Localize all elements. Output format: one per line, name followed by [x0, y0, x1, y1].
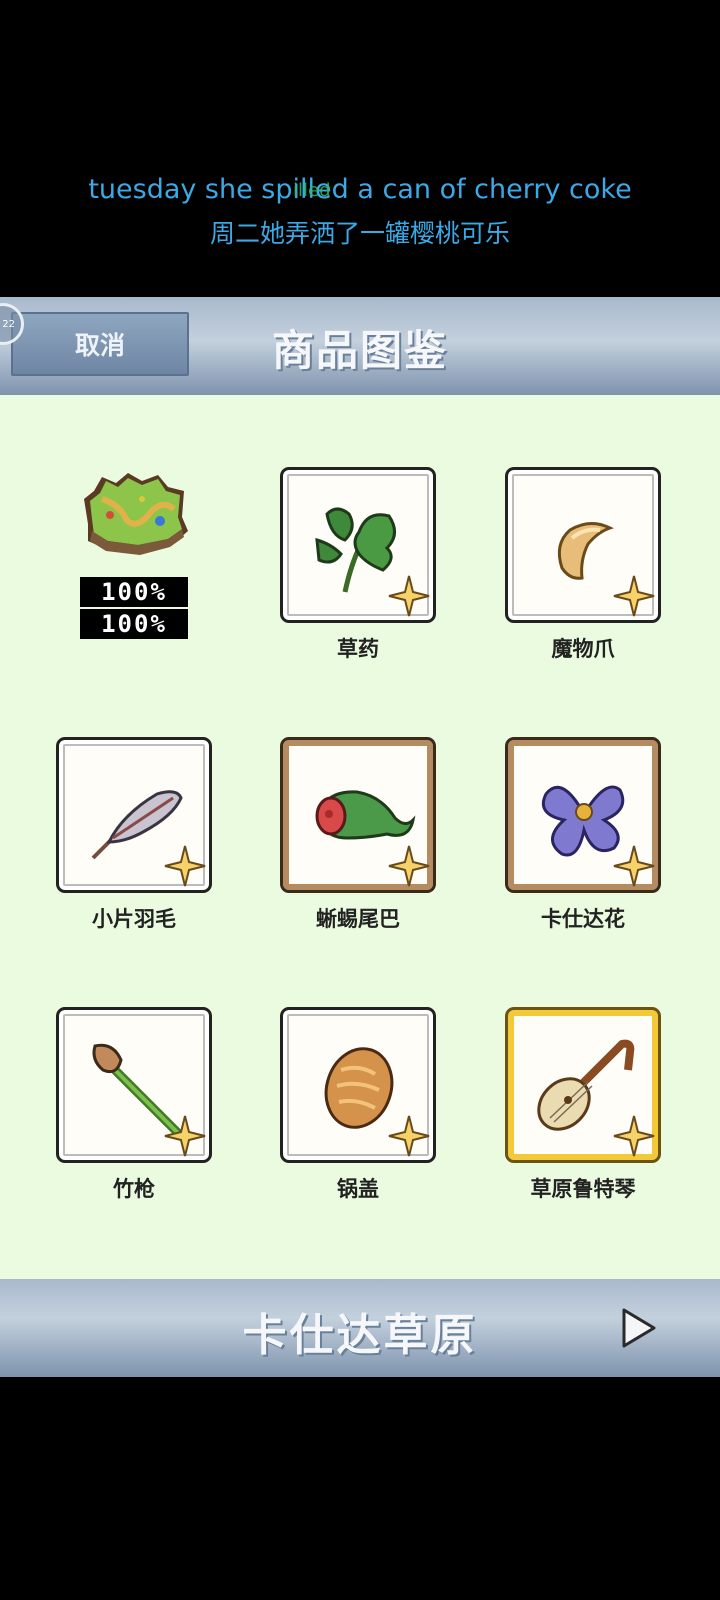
sparkle-icon [388, 845, 430, 887]
catalog-item[interactable]: 魔物爪 [505, 467, 665, 663]
item-card[interactable] [505, 467, 661, 623]
item-card[interactable] [56, 737, 212, 893]
item-card[interactable] [280, 467, 436, 623]
item-label: 蜥蜴尾巴 [316, 907, 400, 931]
item-label: 锅盖 [337, 1177, 379, 1201]
item-card[interactable] [280, 737, 436, 893]
sparkle-icon [388, 575, 430, 617]
sparkle-icon [164, 845, 206, 887]
item-label: 小片羽毛 [92, 907, 176, 931]
item-label: 草原鲁特琴 [530, 1177, 636, 1201]
item-card[interactable] [505, 737, 661, 893]
area-name: 卡仕达草原 [242, 1310, 478, 1361]
item-label: 竹枪 [113, 1177, 155, 1201]
catalog-item[interactable]: 小片羽毛 [56, 737, 216, 933]
lyric-overlay-fragment: illed [293, 180, 331, 201]
item-card[interactable] [505, 1007, 661, 1163]
catalog-item[interactable]: 锅盖 [280, 1007, 440, 1203]
play-arrow-icon[interactable] [620, 1307, 658, 1349]
collection-progress-2: 100% [80, 609, 188, 639]
catalog-item[interactable]: 草药 [280, 467, 440, 663]
catalog-item[interactable]: 竹枪 [56, 1007, 216, 1203]
lyric-chinese: 周二她弄洒了一罐樱桃可乐 [209, 219, 510, 248]
header-bar: 取消 22 商品图鉴 [0, 297, 720, 395]
lyrics-overlay: tuesday she spilled a can of cherry coke… [0, 170, 720, 258]
sparkle-icon [388, 1115, 430, 1157]
collection-progress-1: 100% [80, 577, 188, 607]
sparkle-icon [613, 1115, 655, 1157]
lyric-english: tuesday she spilled a can of cherry coke… [0, 170, 720, 210]
item-label: 草药 [337, 637, 379, 661]
catalog-item[interactable]: 蜥蜴尾巴 [280, 737, 440, 933]
sparkle-icon [613, 575, 655, 617]
catalog-item[interactable]: 卡仕达花 [505, 737, 665, 933]
catalog-panel: 100% 100% 草药 魔物爪 小片羽毛 蜥蜴尾巴 卡仕达花 竹枪 锅盖 草原… [0, 395, 720, 1279]
lyric-english-text: tuesday she spilled a can of cherry coke [88, 174, 632, 205]
area-footer-bar: 卡仕达草原 [0, 1279, 720, 1377]
page-title: 商品图鉴 [271, 326, 448, 375]
item-card[interactable] [56, 1007, 212, 1163]
item-card[interactable] [280, 1007, 436, 1163]
sparkle-icon [164, 1115, 206, 1157]
item-label: 卡仕达花 [541, 907, 625, 931]
catalog-item[interactable]: 草原鲁特琴 [505, 1007, 665, 1203]
item-label: 魔物爪 [551, 637, 615, 661]
grassland-map-icon [84, 473, 188, 555]
sparkle-icon [613, 845, 655, 887]
